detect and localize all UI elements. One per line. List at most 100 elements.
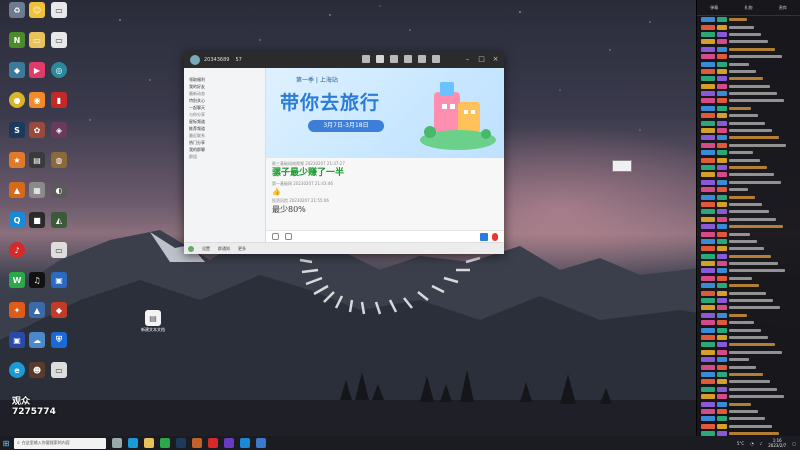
floating-window-thumb[interactable]	[612, 160, 632, 172]
desktop-icon-app-c3[interactable]: ◎	[46, 62, 72, 92]
edge-icon[interactable]	[128, 438, 138, 448]
taskbar: ⊞ ⌕ 在这里输入你要搜索的内容 5°C ◔ ♪ 1:16 2023/2/7 ▢	[0, 436, 800, 450]
steam-icon[interactable]	[176, 438, 186, 448]
user-badge-icon	[701, 386, 715, 392]
group-list-item[interactable]: 领取福利	[184, 76, 265, 83]
user-badge-icon	[701, 24, 715, 30]
app-icon[interactable]	[256, 438, 266, 448]
group-list-item[interactable]: 我的群聊	[184, 146, 265, 153]
live-chat-row	[697, 386, 800, 393]
desktop-icon-app-c4[interactable]: ▮	[46, 92, 72, 122]
desktop-icon-app-c5[interactable]: ◈	[46, 122, 72, 152]
folder-icon[interactable]	[390, 55, 398, 63]
app-icon[interactable]	[192, 438, 202, 448]
desktop-icon-app-c10[interactable]: ▣	[46, 272, 72, 302]
desktop-icon-app-c13[interactable]: ▭	[46, 362, 72, 392]
user-badge-icon	[701, 342, 715, 348]
bottom-label-settings[interactable]: 设置	[202, 246, 210, 252]
group-list-item[interactable]: 群组	[184, 153, 265, 160]
mic-icon[interactable]	[492, 233, 498, 241]
chat-text-placeholder	[729, 62, 749, 66]
wechat-icon[interactable]	[160, 438, 170, 448]
live-chat-row	[697, 371, 800, 378]
music-icon[interactable]	[208, 438, 218, 448]
desktop-icon-app-c7[interactable]: ◐	[46, 182, 72, 212]
group-list-item[interactable]: 与你分享	[184, 111, 265, 118]
chat-text-placeholder	[729, 387, 777, 391]
group-list-item[interactable]: 热门分享	[184, 139, 265, 146]
close-icon[interactable]: ×	[491, 55, 500, 64]
live-chat-row	[697, 282, 800, 289]
user-badge-icon	[701, 150, 715, 156]
more-icon[interactable]	[432, 55, 440, 63]
taskbar-search[interactable]: ⌕ 在这里输入你要搜索的内容	[14, 437, 106, 449]
level-badge-icon	[717, 401, 727, 407]
group-list-item[interactable]: 我的好友	[184, 83, 265, 90]
clock-date: 2023/2/7	[768, 443, 787, 448]
desktop-icon-app-c2[interactable]: ▭	[46, 32, 72, 62]
app-icon: ◍	[51, 152, 67, 168]
group-list-item[interactable]: 星标频道	[184, 118, 265, 125]
bottom-label-more[interactable]: 更多	[238, 246, 246, 252]
task-view-icon[interactable]	[112, 438, 122, 448]
home-icon[interactable]	[376, 55, 384, 63]
group-list-item[interactable]: 最近联系	[184, 132, 265, 139]
tab-gifts[interactable]: 礼物	[744, 5, 752, 11]
desktop-icon-app-c1[interactable]: ▭	[46, 2, 72, 32]
clock[interactable]: 1:16 2023/2/7	[768, 438, 786, 448]
group-list-item[interactable]: 推荐频道	[184, 125, 265, 132]
weather-temp[interactable]: 5°C	[737, 441, 744, 446]
chat-text-placeholder	[729, 321, 754, 325]
desktop-icon-netease[interactable]: ♪	[4, 242, 30, 272]
qq-icon[interactable]	[240, 438, 250, 448]
volume-icon[interactable]: ♪	[760, 441, 763, 446]
image-icon[interactable]	[285, 233, 292, 240]
chat-text-placeholder	[729, 84, 770, 88]
level-badge-icon	[717, 150, 727, 156]
banner-illustration	[420, 82, 496, 150]
promo-banner[interactable]: 第一季 | 上海站 带你去旅行 3月7日-3月18日	[266, 68, 504, 158]
maximize-icon[interactable]: □	[477, 55, 486, 64]
windows-start-icon[interactable]: ⊞	[0, 436, 12, 450]
level-badge-icon	[717, 357, 727, 363]
desktop-icon-new-text[interactable]: ▤ 新建文本文档	[140, 310, 166, 340]
desktop-icon-app-c9[interactable]: ▭	[46, 242, 72, 272]
explorer-icon[interactable]	[144, 438, 154, 448]
window-controls: – □ ×	[463, 55, 500, 64]
level-badge-icon	[717, 416, 727, 422]
user-badge-icon	[701, 209, 715, 215]
desktop-icon-app-c12[interactable]: ⛨	[46, 332, 72, 362]
chat-text-placeholder	[729, 372, 763, 376]
desktop-icon-app-c6[interactable]: ◍	[46, 152, 72, 182]
tab-danmaku[interactable]: 弹幕	[710, 5, 718, 11]
chat-window: 20343689 57 – □ × 领取福利 我的好友 最新动态 特别关心 一起聊天 与你…	[184, 52, 504, 254]
user-badge-icon	[701, 327, 715, 333]
app-grid-icon[interactable]	[418, 55, 426, 63]
user-badge-icon	[701, 312, 715, 318]
minimize-icon[interactable]: –	[463, 55, 472, 64]
video-icon[interactable]	[362, 55, 370, 63]
desktop-icon-app-c11[interactable]: ◆	[46, 302, 72, 332]
live-chat-row	[697, 363, 800, 370]
chat-text-placeholder	[729, 143, 786, 147]
send-icon[interactable]	[480, 233, 488, 241]
bottom-label-notify[interactable]: 群通知	[218, 246, 230, 252]
chat-text-placeholder	[729, 129, 772, 133]
emoji-icon[interactable]	[272, 233, 279, 240]
message-input-bar[interactable]	[266, 230, 504, 242]
network-icon[interactable]: ◔	[750, 441, 754, 446]
game-icon[interactable]	[404, 55, 412, 63]
group-list-item[interactable]: 特别关心	[184, 97, 265, 104]
desktop-icon-app-c8[interactable]: ◭	[46, 212, 72, 242]
edge-icon: e	[9, 362, 25, 378]
tab-vip[interactable]: 贵宾	[779, 5, 787, 11]
avatar[interactable]	[190, 55, 200, 65]
group-list-item[interactable]: 一起聊天	[184, 104, 265, 111]
app-icon[interactable]	[224, 438, 234, 448]
live-chat-tabs: 弹幕 礼物 贵宾	[697, 0, 800, 16]
level-badge-icon	[717, 261, 727, 267]
group-list-item[interactable]: 最新动态	[184, 90, 265, 97]
level-badge-icon	[717, 349, 727, 355]
notification-icon[interactable]: ▢	[792, 441, 796, 446]
chat-text-placeholder	[729, 151, 753, 155]
